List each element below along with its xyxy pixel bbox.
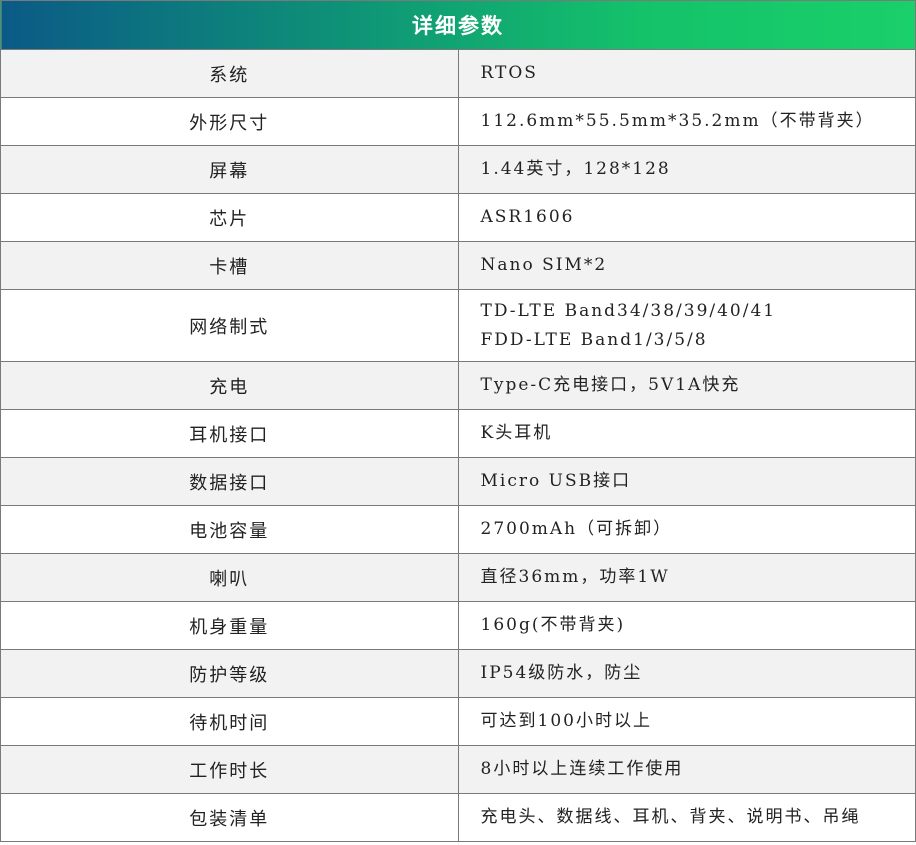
row-label: 系统 xyxy=(0,49,459,98)
row-value: 充电头、数据线、耳机、背夹、说明书、吊绳 xyxy=(457,793,916,842)
row-label: 防护等级 xyxy=(0,649,459,698)
table-row: 包装清单 充电头、数据线、耳机、背夹、说明书、吊绳 xyxy=(0,793,916,842)
table-row: 防护等级 IP54级防水，防尘 xyxy=(0,649,916,698)
table-row: 网络制式 TD-LTE Band34/38/39/40/41 FDD-LTE B… xyxy=(0,289,916,362)
row-value: 2700mAh（可拆卸） xyxy=(457,505,916,554)
row-label: 电池容量 xyxy=(0,505,459,554)
row-label: 包装清单 xyxy=(0,793,459,842)
row-label: 网络制式 xyxy=(0,289,459,362)
table-row: 屏幕 1.44英寸，128*128 xyxy=(0,145,916,194)
table-row: 喇叭 直径36mm，功率1W xyxy=(0,553,916,602)
row-value: 8小时以上连续工作使用 xyxy=(457,745,916,794)
row-value: IP54级防水，防尘 xyxy=(457,649,916,698)
table-row: 外形尺寸 112.6mm*55.5mm*35.2mm（不带背夹） xyxy=(0,97,916,146)
row-value: 112.6mm*55.5mm*35.2mm（不带背夹） xyxy=(457,97,916,146)
row-label: 喇叭 xyxy=(0,553,459,602)
table-row: 工作时长 8小时以上连续工作使用 xyxy=(0,745,916,794)
table-row: 待机时间 可达到100小时以上 xyxy=(0,697,916,746)
table-row: 电池容量 2700mAh（可拆卸） xyxy=(0,505,916,554)
row-label: 充电 xyxy=(0,361,459,410)
table-row: 机身重量 160g(不带背夹) xyxy=(0,601,916,650)
row-value: 可达到100小时以上 xyxy=(457,697,916,746)
row-value: 160g(不带背夹) xyxy=(457,601,916,650)
row-value: 1.44英寸，128*128 xyxy=(457,145,916,194)
table-row: 耳机接口 K头耳机 xyxy=(0,409,916,458)
row-value: K头耳机 xyxy=(457,409,916,458)
row-value: 直径36mm，功率1W xyxy=(457,553,916,602)
table-title: 详细参数 xyxy=(0,0,916,50)
row-value: TD-LTE Band34/38/39/40/41 FDD-LTE Band1/… xyxy=(457,289,916,362)
row-value: Micro USB接口 xyxy=(457,457,916,506)
row-label: 屏幕 xyxy=(0,145,459,194)
row-value: Type-C充电接口，5V1A快充 xyxy=(457,361,916,410)
table-header-row: 详细参数 xyxy=(0,0,916,50)
row-label: 数据接口 xyxy=(0,457,459,506)
row-value: RTOS xyxy=(457,49,916,98)
table-row: 芯片 ASR1606 xyxy=(0,193,916,242)
spec-table: 详细参数 系统 RTOS 外形尺寸 112.6mm*55.5mm*35.2mm（… xyxy=(0,0,916,842)
row-label: 耳机接口 xyxy=(0,409,459,458)
row-value: ASR1606 xyxy=(457,193,916,242)
table-row: 卡槽 Nano SIM*2 xyxy=(0,241,916,290)
row-label: 芯片 xyxy=(0,193,459,242)
row-label: 工作时长 xyxy=(0,745,459,794)
row-label: 卡槽 xyxy=(0,241,459,290)
table-row: 充电 Type-C充电接口，5V1A快充 xyxy=(0,361,916,410)
table-row: 系统 RTOS xyxy=(0,49,916,98)
row-label: 待机时间 xyxy=(0,697,459,746)
table-row: 数据接口 Micro USB接口 xyxy=(0,457,916,506)
row-value: Nano SIM*2 xyxy=(457,241,916,290)
row-label: 外形尺寸 xyxy=(0,97,459,146)
row-label: 机身重量 xyxy=(0,601,459,650)
